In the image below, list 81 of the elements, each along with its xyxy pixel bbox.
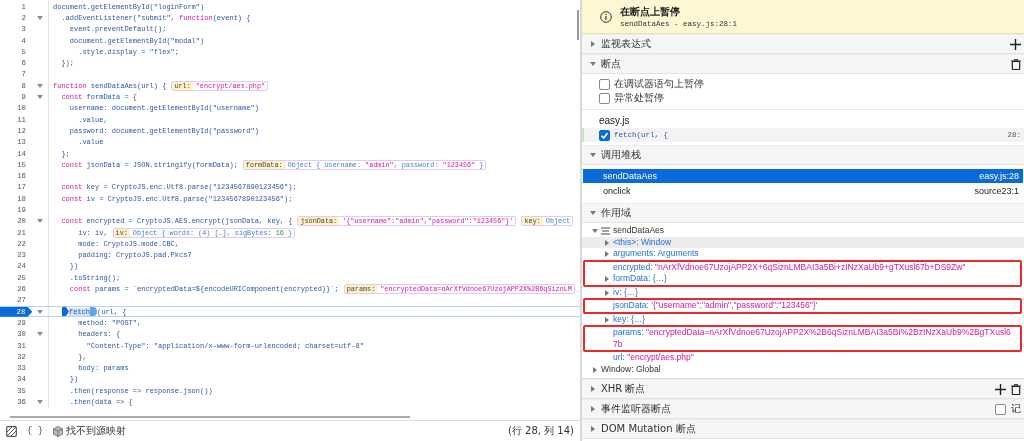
expand-arrow-icon[interactable]: [590, 386, 596, 392]
section-header[interactable]: DOM Mutation 断点: [582, 419, 1024, 439]
frame-location: source23:1: [974, 186, 1019, 196]
section-title: XHR 断点: [601, 382, 646, 396]
expand-arrow-icon[interactable]: [590, 41, 596, 47]
collapse-arrow-icon[interactable]: [590, 210, 596, 216]
pause-title: 在断点上暂停: [620, 5, 681, 19]
fold-arrow-icon[interactable]: [37, 95, 43, 99]
fold-arrow-icon[interactable]: [37, 83, 43, 88]
section-title: 作用域: [601, 206, 631, 220]
frame-name: sendDataAes: [603, 171, 658, 181]
fold-arrow-icon[interactable]: [37, 332, 43, 337]
cube-icon: [53, 425, 64, 437]
breakpoint-file-name: easy.js: [598, 114, 631, 128]
expand-arrow-icon[interactable]: [604, 316, 610, 323]
tree-row[interactable]: iv: {…}: [582, 286, 1024, 298]
section-title: 调用堆栈: [601, 148, 641, 162]
scrollbar-thumb[interactable]: [577, 10, 579, 40]
section-header[interactable]: 作用域: [582, 203, 1024, 223]
checkbox[interactable]: [995, 403, 1006, 415]
expand-arrow-icon[interactable]: [592, 366, 598, 373]
section-header[interactable]: 断点: [582, 54, 1024, 74]
checkbox-label: 在调试器语句上暂停: [614, 77, 704, 91]
checkbox[interactable]: [599, 92, 610, 104]
slashed-square-icon[interactable]: [6, 425, 17, 437]
collapse-arrow-icon[interactable]: [590, 61, 596, 67]
fold-arrow-icon[interactable]: [37, 15, 43, 20]
tree-row[interactable]: <this>: Window: [582, 236, 1024, 248]
section-header[interactable]: 监视表达式: [582, 34, 1024, 54]
section-title: 监视表达式: [601, 37, 651, 51]
tree-row[interactable]: jsonData: '{"username":"admin","password":"123456"}': [585, 300, 1020, 312]
tree-row[interactable]: key: {…}: [582, 313, 1024, 325]
frame-location: easy.js:28: [979, 171, 1019, 181]
stack-frame[interactable]: onclick source23:1: [583, 184, 1023, 198]
scope-variable: jsonData: '{"username":"admin","password":"123456"}': [613, 300, 819, 312]
trash-icon[interactable]: [1011, 58, 1021, 70]
tree-row[interactable]: encrypted: "nArXfVdnoe67UzojAPP2X+6qSiznLMBAI3a5Bi+zINzXaUb9+gTXusl67b+DS9Zw": [585, 261, 1020, 273]
expand-arrow-icon[interactable]: [590, 406, 596, 412]
section-title: 断点: [601, 57, 621, 71]
scope-variable: iv: {…}: [613, 286, 640, 298]
section-header[interactable]: XHR 断点: [582, 379, 1024, 399]
frame-name: onclick: [603, 186, 631, 196]
scope-label: Window: Global: [601, 363, 661, 375]
scope-variable: encrypted: "nArXfVdnoe67UzojAPP2X+6qSiznLMBAI3a5Bi+zINzXaUb9+gTXusl67b+DS9Zw": [613, 261, 967, 273]
scope-variable: url: "encrypt/aes.php": [613, 352, 695, 364]
checkbox-label: 异常处暂停: [614, 91, 664, 105]
format-button[interactable]: { }: [23, 426, 48, 436]
add-icon[interactable]: [1010, 38, 1021, 50]
checkbox[interactable]: [599, 129, 610, 141]
collapse-arrow-icon[interactable]: [592, 228, 598, 234]
stack-frame[interactable]: sendDataAes easy.js:28: [583, 169, 1023, 183]
scope-variable: formData: {…}: [613, 273, 668, 285]
tree-row[interactable]: formData: {…}: [585, 273, 1020, 285]
fold-arrow-icon[interactable]: [37, 219, 43, 224]
column-breakpoint-icon[interactable]: [90, 307, 97, 317]
tree-row[interactable]: Window: Global: [582, 363, 1024, 375]
section-header[interactable]: 调用堆栈: [582, 145, 1024, 165]
checkbox[interactable]: [599, 78, 610, 90]
expand-arrow-icon[interactable]: [590, 426, 596, 432]
tree-row[interactable]: sendDataAes: [582, 225, 1024, 237]
scrollbar[interactable]: [10, 416, 410, 418]
tree-row[interactable]: arguments: Arguments: [582, 248, 1024, 260]
fold-arrow-icon[interactable]: [37, 309, 44, 314]
add-icon[interactable]: [995, 383, 1006, 395]
trash-icon[interactable]: [1011, 383, 1021, 395]
section-title: 事件监听器断点: [601, 402, 671, 416]
function-scope-icon: [601, 227, 610, 235]
scope-variable: key: {…}: [613, 313, 647, 325]
scope-variable: arguments: Arguments: [613, 248, 700, 260]
source-map-status: 找不到源映射: [66, 424, 127, 438]
info-icon: [600, 10, 612, 23]
scope-variable: <this>: Window: [613, 236, 673, 248]
fold-arrow-icon[interactable]: [37, 400, 43, 405]
checkbox-label: 记: [1011, 402, 1021, 416]
expand-arrow-icon[interactable]: [604, 276, 610, 282]
tree-row[interactable]: url: "encrypt/aes.php": [582, 352, 1024, 364]
cursor-position: (行 28, 列 14): [508, 424, 574, 438]
section-title: DOM Mutation 断点: [601, 422, 696, 436]
section-header[interactable]: 事件监听器断点 记: [582, 399, 1024, 419]
scope-label: sendDataAes: [613, 225, 665, 237]
collapse-arrow-icon[interactable]: [590, 152, 596, 158]
